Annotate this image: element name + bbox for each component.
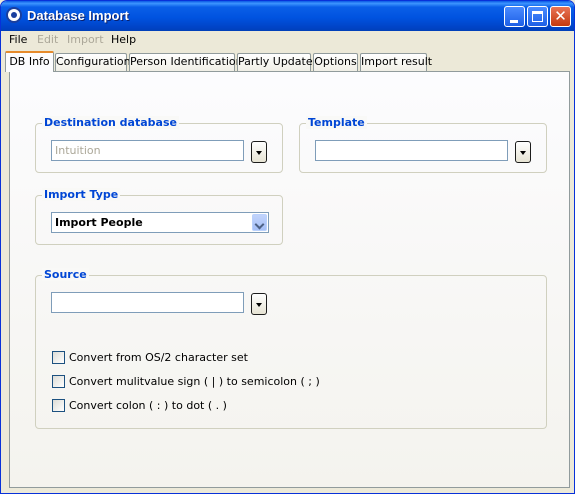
tab-configuration[interactable]: Configuration <box>55 53 131 71</box>
template-group: Template <box>299 116 547 173</box>
window-title: Database Import <box>27 8 129 23</box>
convert-multivalue-checkbox[interactable] <box>52 375 65 388</box>
import-type-selected-value: Import People <box>55 216 143 229</box>
maximize-icon <box>532 11 543 22</box>
template-dropdown-button[interactable] <box>515 141 531 163</box>
destination-database-field[interactable]: Intuition <box>51 140 244 161</box>
chevron-down-icon[interactable] <box>252 214 267 231</box>
import-type-label: Import Type <box>42 188 121 201</box>
tab-partly-update[interactable]: Partly Update <box>237 53 313 71</box>
template-label: Template <box>306 116 367 129</box>
convert-os2-label: Convert from OS/2 character set <box>69 351 248 364</box>
maximize-button[interactable] <box>527 6 548 27</box>
destination-database-dropdown-button[interactable] <box>251 141 267 163</box>
convert-os2-checkbox[interactable] <box>52 351 65 364</box>
convert-multivalue-label: Convert mulitvalue sign ( | ) to semicol… <box>69 375 320 388</box>
menu-help[interactable]: Help <box>111 33 136 46</box>
database-import-window: Database Import ✕ File Edit Import Help … <box>0 0 575 494</box>
import-type-group: Import Type Import People <box>35 188 283 245</box>
tab-options[interactable]: Options <box>313 53 358 71</box>
source-label: Source <box>42 268 89 281</box>
close-icon: ✕ <box>554 7 567 25</box>
convert-colon-checkbox[interactable] <box>52 399 65 412</box>
close-button[interactable]: ✕ <box>550 6 571 27</box>
convert-colon-label: Convert colon ( : ) to dot ( . ) <box>69 399 227 412</box>
source-dropdown-button[interactable] <box>251 293 267 315</box>
destination-database-label: Destination database <box>42 116 179 129</box>
menu-import[interactable]: Import <box>67 33 104 46</box>
menu-edit[interactable]: Edit <box>37 33 58 46</box>
tab-db-info[interactable]: DB Info <box>5 51 54 72</box>
app-icon <box>6 7 22 23</box>
menu-bar: File Edit Import Help <box>1 31 574 49</box>
db-info-panel: Destination database Intuition Template … <box>9 71 570 488</box>
source-field[interactable] <box>51 292 244 313</box>
tab-import-result[interactable]: Import result <box>360 53 432 71</box>
menu-file[interactable]: File <box>9 33 27 46</box>
minimize-button[interactable] <box>504 6 525 27</box>
tab-person-identification[interactable]: Person Identification <box>129 53 243 71</box>
destination-database-group: Destination database Intuition <box>35 116 283 173</box>
source-group: Source Convert from OS/2 character set C… <box>35 268 547 429</box>
import-type-select[interactable]: Import People <box>51 212 269 233</box>
template-field[interactable] <box>315 140 508 161</box>
title-bar[interactable]: Database Import ✕ <box>1 1 574 31</box>
minimize-icon <box>510 20 518 23</box>
